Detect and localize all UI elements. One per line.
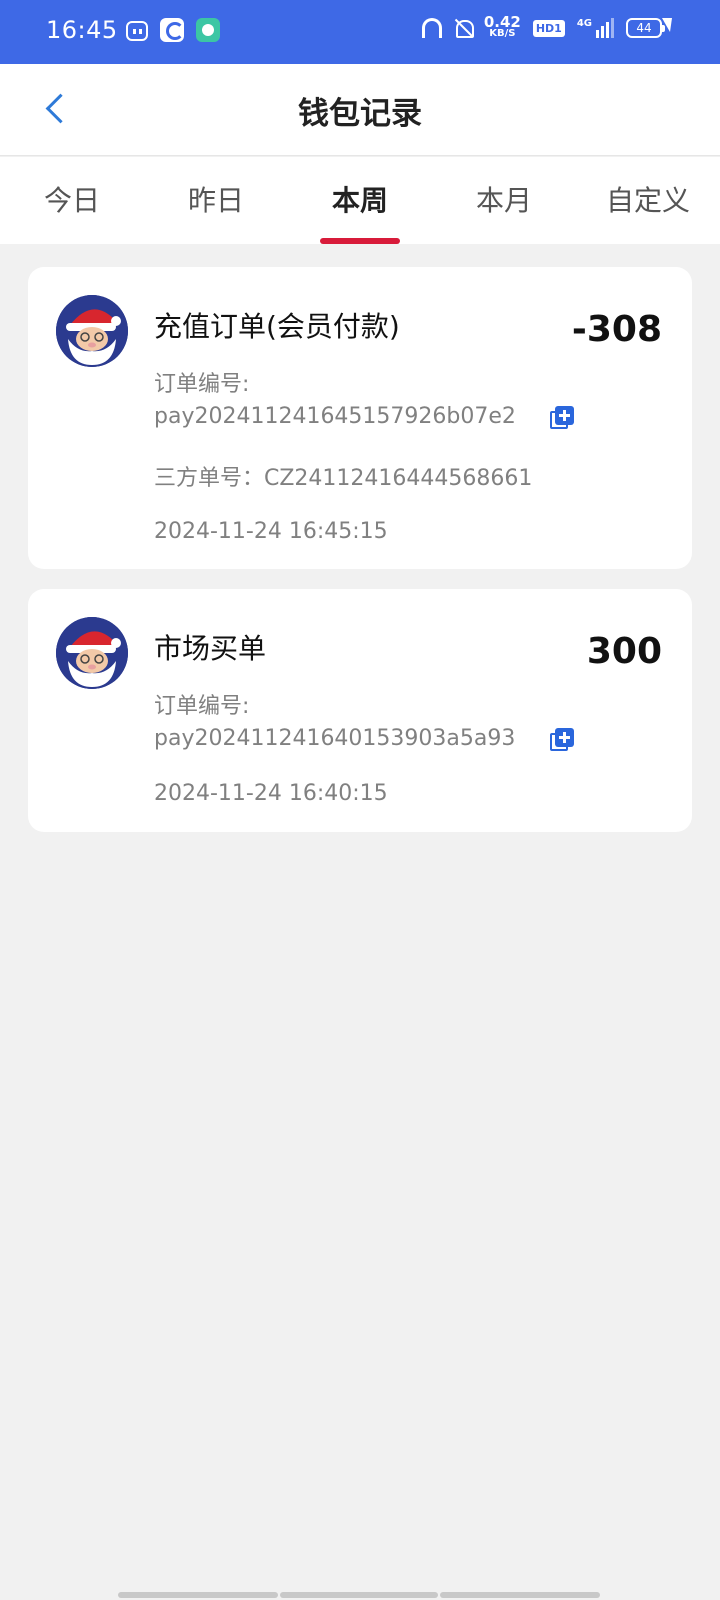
third-party-number: 三方单号：CZ24112416444568661 bbox=[154, 466, 533, 491]
notification-icons bbox=[126, 18, 220, 42]
order-number: pay20241124164015390​3a5a93 bbox=[154, 726, 516, 751]
record-time: 2024-11-24 16:45:15 bbox=[154, 519, 388, 544]
tab-yesterday[interactable]: 昨日 bbox=[144, 179, 288, 219]
hd-badge: HD1 bbox=[532, 19, 565, 37]
avatar bbox=[56, 617, 128, 689]
bell-muted-icon bbox=[454, 18, 474, 38]
copy-icon[interactable] bbox=[548, 405, 576, 433]
headset-icon bbox=[421, 18, 442, 38]
network-speed: 0.42 KB/S bbox=[483, 13, 521, 40]
battery-level: 44 bbox=[636, 21, 652, 35]
record-card: 市场买单 300 订单编号: pay20241124164015390​3a5a… bbox=[28, 589, 692, 832]
status-indicators: 0.42 KB/S HD1 4G 44 bbox=[421, 13, 665, 40]
record-title: 充值订单(会员付款) bbox=[154, 310, 400, 343]
santa-avatar-icon bbox=[56, 295, 128, 367]
signal-icon: 4G bbox=[577, 18, 614, 38]
gesture-bar bbox=[118, 1592, 278, 1598]
status-time: 16:45 bbox=[46, 16, 118, 44]
app-c-icon bbox=[160, 18, 184, 42]
record-amount: -308 bbox=[571, 309, 662, 350]
tab-today[interactable]: 今日 bbox=[0, 179, 144, 219]
active-tab-indicator bbox=[320, 238, 400, 244]
record-time: 2024-11-24 16:40:15 bbox=[154, 781, 388, 806]
date-filter-tabs: 今日 昨日 本周 本月 自定义 bbox=[0, 157, 720, 244]
record-title: 市场买单 bbox=[154, 632, 267, 665]
gesture-bar bbox=[440, 1592, 600, 1598]
chat-app-icon bbox=[196, 18, 220, 42]
charging-icon bbox=[662, 18, 676, 42]
avatar bbox=[56, 295, 128, 367]
tv-app-icon bbox=[126, 21, 148, 41]
order-label: 订单编号: bbox=[154, 694, 250, 719]
order-number: pay20241124164515792​6b07e2 bbox=[154, 404, 516, 429]
network-speed-value: 0.42 bbox=[483, 13, 521, 31]
record-amount: 300 bbox=[586, 631, 662, 672]
tab-this-month[interactable]: 本月 bbox=[432, 179, 576, 219]
page-title: 钱包记录 bbox=[298, 96, 422, 132]
copy-icon[interactable] bbox=[548, 727, 576, 755]
status-bar: 16:45 0.42 KB/S HD1 4G 44 bbox=[0, 0, 720, 64]
tab-custom[interactable]: 自定义 bbox=[576, 179, 720, 219]
tab-this-week[interactable]: 本周 bbox=[288, 179, 432, 219]
network-type: 4G bbox=[576, 18, 592, 29]
network-speed-unit: KB/S bbox=[489, 28, 516, 39]
app-header: 钱包记录 bbox=[0, 64, 720, 156]
order-label: 订单编号: bbox=[154, 372, 250, 397]
record-card: 充值订单(会员付款) -308 订单编号: pay202411241645157… bbox=[28, 267, 692, 569]
santa-avatar-icon bbox=[56, 617, 128, 689]
battery-icon: 44 bbox=[626, 18, 665, 38]
gesture-bar bbox=[280, 1592, 438, 1598]
